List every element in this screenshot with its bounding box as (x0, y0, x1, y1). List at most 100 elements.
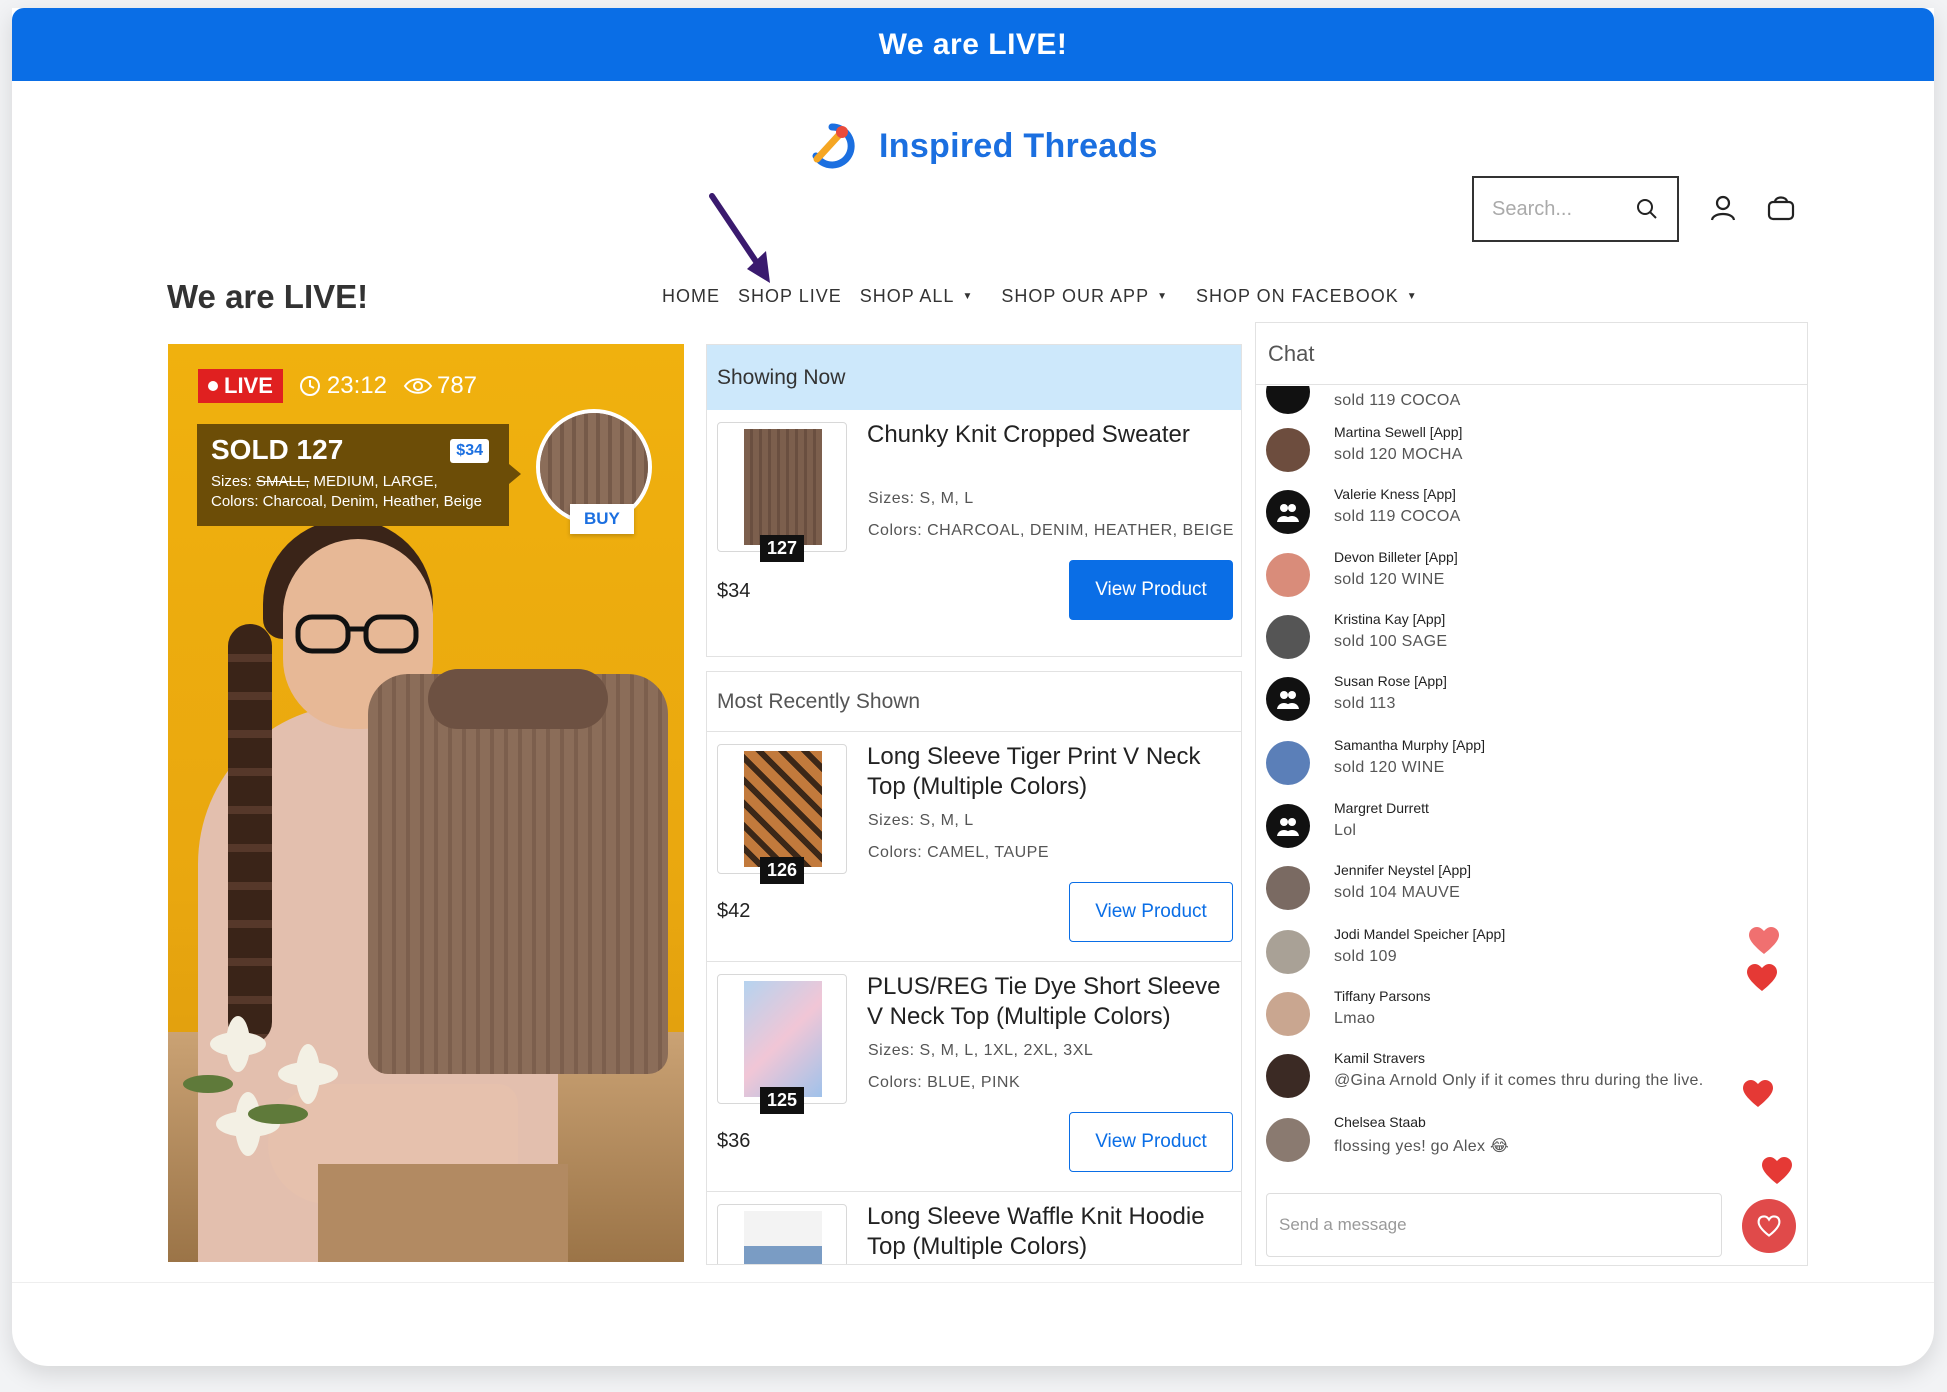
avatar (1266, 677, 1310, 721)
pointer-arrow-icon (709, 193, 770, 283)
search-icon[interactable] (1635, 197, 1659, 221)
product-thumbnail[interactable]: 125 (717, 974, 847, 1114)
like-button[interactable] (1742, 1199, 1796, 1253)
live-timer: 23:12 (326, 372, 387, 399)
view-product-button[interactable]: View Product (1069, 882, 1233, 942)
flowers-graphic (183, 1016, 338, 1156)
caret-down-icon: ▼ (962, 291, 974, 302)
products-column: Showing Now 127 Chunky Knit Cropped Swea… (706, 344, 1242, 1265)
nav-item-shop-all[interactable]: SHOP ALL ▼ (860, 286, 974, 307)
product-sizes: Sizes: S, M, L (868, 812, 974, 829)
clock-icon (299, 376, 320, 396)
product-title[interactable]: PLUS/REG Tie Dye Short Sleeve V Neck Top… (867, 972, 1227, 1032)
heart-outline-icon (1757, 1215, 1781, 1237)
user-group-icon (1277, 504, 1299, 522)
nav-item-home[interactable]: HOME (662, 286, 720, 307)
chat-message: Jennifer Neystel [App] sold 104 MAUVE (1266, 862, 1471, 920)
avatar (1266, 490, 1310, 534)
caret-down-icon: ▼ (1157, 291, 1168, 302)
chat-message: Samantha Murphy [App] sold 120 WINE (1266, 737, 1485, 795)
view-product-button[interactable]: View Product (1069, 1112, 1233, 1172)
message-input[interactable] (1266, 1193, 1722, 1257)
chat-message: Margret Durrett Lol (1266, 800, 1429, 858)
chat-panel: Chat sold 119 COCOA Martina Sewell [App]… (1255, 322, 1808, 1266)
live-banner: We are LIVE! (12, 8, 1934, 81)
brand-logo-link[interactable]: Inspired Threads (807, 121, 1158, 171)
avatar (1266, 741, 1310, 785)
product-price: $42 (717, 900, 751, 922)
caret-down-icon: ▼ (1406, 291, 1418, 302)
recently-shown-panel: Most Recently Shown 126 Long Sleeve Tige… (706, 671, 1242, 1265)
heart-icon (1747, 964, 1777, 991)
product-thumbnail[interactable] (717, 1204, 847, 1264)
chat-message: Martina Sewell [App] sold 120 MOCHA (1266, 424, 1463, 482)
product-colors: Colors: CAMEL, TAUPE (868, 844, 1050, 861)
brand-name: Inspired Threads (879, 126, 1158, 165)
product-number-badge: 127 (760, 535, 805, 562)
site-header: Inspired Threads HOME SHOP LIVE SHOP ALL… (12, 81, 1934, 311)
main-nav: HOME SHOP LIVE SHOP ALL ▼ SHOP OUR APP ▼ S… (662, 286, 1436, 307)
recently-shown-heading: Most Recently Shown (707, 672, 1241, 732)
recent-product-card: 125 PLUS/REG Tie Dye Short Sleeve V Neck… (707, 962, 1241, 1192)
chat-message-list[interactable]: sold 119 COCOA Martina Sewell [App] sold … (1256, 386, 1807, 1186)
product-title[interactable]: Long Sleeve Waffle Knit Hoodie Top (Mult… (867, 1202, 1227, 1262)
glasses-graphic (295, 614, 419, 654)
heart-icon (1749, 927, 1779, 954)
chat-compose (1266, 1193, 1806, 1257)
product-price: $34 (717, 580, 751, 602)
price-tag: $34 (450, 439, 489, 463)
product-card: 127 Chunky Knit Cropped Sweater Sizes: S… (707, 410, 1241, 640)
product-thumbnail[interactable]: 127 (717, 422, 847, 562)
product-sizes: Sizes: S, M, L (868, 490, 974, 507)
chat-message: Valerie Kness [App] sold 119 COCOA (1266, 486, 1461, 544)
product-sizes: Sizes: S, M, L, 1XL, 2XL, 3XL (868, 1042, 1094, 1059)
product-title[interactable]: Long Sleeve Tiger Print V Neck Top (Mult… (867, 742, 1227, 802)
chat-message: Chelsea Staab flossing yes! go Alex 😂 (1266, 1114, 1509, 1172)
avatar (1266, 992, 1310, 1036)
showing-now-panel: Showing Now 127 Chunky Knit Cropped Swea… (706, 344, 1242, 657)
nav-item-shop-on-facebook[interactable]: SHOP ON FACEBOOK ▼ (1196, 286, 1418, 307)
showing-now-heading: Showing Now (707, 345, 1241, 410)
search-box[interactable] (1472, 176, 1679, 242)
recent-product-card: Long Sleeve Waffle Knit Hoodie Top (Mult… (707, 1192, 1241, 1264)
avatar (1266, 615, 1310, 659)
view-product-button[interactable]: View Product (1069, 560, 1233, 620)
avatar (1266, 1118, 1310, 1162)
avatar (1266, 804, 1310, 848)
avatar (1266, 866, 1310, 910)
product-price: $36 (717, 1130, 751, 1152)
sweater-graphic (368, 674, 668, 1074)
user-group-icon (1277, 818, 1299, 836)
chat-heading: Chat (1256, 323, 1807, 385)
chat-message: sold 119 COCOA (1266, 386, 1461, 424)
product-number-badge: 126 (760, 857, 805, 884)
avatar (1266, 930, 1310, 974)
brand-logo-icon (812, 123, 855, 169)
search-input[interactable] (1492, 197, 1632, 221)
chat-message: Devon Billeter [App] sold 120 WINE (1266, 549, 1458, 607)
viewer-count: 787 (436, 372, 478, 399)
user-icon[interactable] (1709, 194, 1737, 222)
browser-window: We are LIVE! Inspired Threads Search... … (12, 8, 1934, 1366)
live-badge: LIVE (198, 369, 283, 403)
eye-icon (403, 378, 433, 394)
buy-button[interactable]: BUY (570, 504, 634, 534)
chat-message: Kamil Stravers @Gina Arnold Only if it co… (1266, 1050, 1703, 1108)
nav-item-shop-our-app[interactable]: SHOP OUR APP ▼ (1001, 286, 1168, 307)
product-number-badge: 125 (760, 1087, 805, 1114)
user-group-icon (1277, 691, 1299, 709)
avatar (1266, 428, 1310, 472)
sold-info-card: SOLD 127 $34 Sizes: SMALL, MEDIUM, LARGE… (197, 424, 521, 526)
live-status-row: LIVE 23:12 787 (198, 369, 477, 403)
heart-icon (1762, 1157, 1792, 1184)
avatar (1266, 1054, 1310, 1098)
nav-item-shop-live[interactable]: SHOP LIVE (738, 286, 842, 307)
live-video-player[interactable]: LIVE 23:12 787 SOLD 127 $34 Sizes: SMALL… (168, 344, 684, 1262)
chat-message: Tiffany Parsons Lmao (1266, 988, 1431, 1046)
product-thumbnail[interactable]: 126 (717, 744, 847, 884)
shopping-bag-icon[interactable] (1766, 194, 1796, 222)
product-colors: Colors: CHARCOAL, DENIM, HEATHER, BEIGE (868, 522, 1234, 539)
product-title[interactable]: Chunky Knit Cropped Sweater (867, 420, 1227, 450)
recent-product-card: 126 Long Sleeve Tiger Print V Neck Top (… (707, 732, 1241, 962)
avatar (1266, 553, 1310, 597)
